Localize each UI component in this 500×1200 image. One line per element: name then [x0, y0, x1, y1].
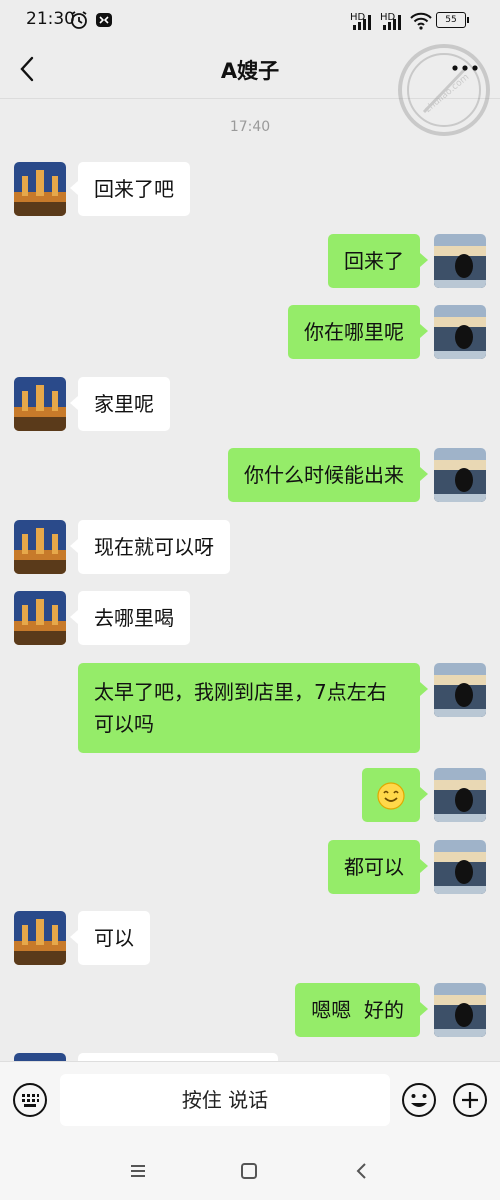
message-bubble[interactable]: 太早了吧，我刚到店里，7点左右可以吗 [78, 663, 428, 753]
my-avatar[interactable] [434, 663, 486, 717]
contact-avatar[interactable] [14, 162, 66, 216]
message-bubble[interactable]: 回来了 [328, 234, 428, 288]
system-nav-bar [0, 1141, 500, 1200]
wifi-icon [410, 12, 432, 30]
status-bar: 21:30 HD HD 55 [0, 0, 500, 40]
my-avatar[interactable] [434, 305, 486, 359]
message-bubble[interactable]: 去哪里喝 [70, 591, 190, 645]
signal-icon-2 [383, 15, 401, 30]
my-avatar[interactable] [434, 983, 486, 1037]
message-bubble[interactable]: 回来了吧 [70, 162, 190, 216]
plus-icon[interactable] [452, 1082, 488, 1118]
my-avatar[interactable] [434, 448, 486, 502]
battery-indicator: 55 [436, 12, 469, 28]
contact-avatar[interactable] [14, 520, 66, 574]
input-bar: 按住 说话 [0, 1061, 500, 1142]
contact-avatar[interactable] [14, 377, 66, 431]
message-bubble[interactable]: 都可以 [328, 840, 428, 894]
message-bubble[interactable]: 嗯嗯 好的 [295, 983, 428, 1037]
status-time: 21:30 [26, 9, 75, 29]
signal-icon [353, 15, 371, 30]
emoji-message-bubble[interactable] [362, 768, 428, 822]
my-avatar[interactable] [434, 234, 486, 288]
message-bubble[interactable]: 你什么时候能出来 [228, 448, 428, 502]
contact-avatar[interactable] [14, 591, 66, 645]
nav-back-icon[interactable] [347, 1157, 377, 1185]
message-bubble[interactable] [78, 1053, 278, 1061]
more-icon[interactable] [450, 58, 480, 78]
home-icon[interactable] [234, 1157, 264, 1185]
smile-emoji-icon [377, 781, 405, 810]
hold-to-talk-button[interactable]: 按住 说话 [60, 1074, 390, 1126]
my-avatar[interactable] [434, 768, 486, 822]
message-bubble[interactable]: 你在哪里呢 [288, 305, 428, 359]
my-avatar[interactable] [434, 840, 486, 894]
app-notification-icon [96, 13, 112, 27]
keyboard-icon[interactable] [12, 1082, 48, 1118]
message-bubble[interactable]: 可以 [70, 911, 150, 965]
contact-avatar[interactable] [14, 1053, 66, 1061]
contact-avatar[interactable] [14, 911, 66, 965]
alarm-icon [71, 11, 87, 29]
message-bubble[interactable]: 现在就可以呀 [70, 520, 230, 574]
message-list[interactable]: 17:40 回来了吧 回来了 你在哪里呢 家里呢 你什么时候能出来 现在就可以呀… [0, 99, 500, 1061]
chat-header: A嫂子 zhuilao.com [0, 40, 500, 136]
emoji-icon[interactable] [401, 1082, 437, 1118]
message-timestamp: 17:40 [229, 119, 271, 135]
message-bubble[interactable]: 家里呢 [70, 377, 170, 431]
menu-icon[interactable] [123, 1157, 153, 1185]
